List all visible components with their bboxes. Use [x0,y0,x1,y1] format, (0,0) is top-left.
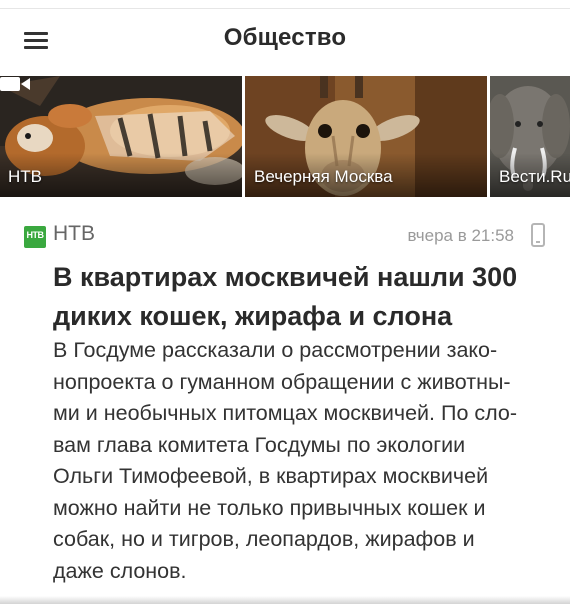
carousel-card-vesti[interactable]: Вести.Ru [490,76,570,197]
summary-line: можно найти не только привычных кошек и [53,495,486,520]
summary-line: собак, но и тигров, леопардов, жирафов и [53,527,475,551]
news-feed-screen: Общество НТВ Вечерняя Москва Вести.Ru НТ… [0,0,570,604]
headline-line: В квартирах москвичей нашли 300 [53,262,518,292]
video-camera-icon [0,77,30,91]
article-headline[interactable]: В квартирах москвичей нашли 300 диких ко… [53,258,553,336]
carousel-source-label: Вести.Ru [499,167,570,186]
headline-line: диких кошек, жирафа и слона [53,301,453,331]
article-meta: НТВ НТВ вчера в 21:58 [0,220,570,254]
ntv-logo-icon: НТВ [24,226,46,248]
story-carousel[interactable]: НТВ Вечерняя Москва Вести.Ru [0,76,570,197]
article-summary[interactable]: В Госдуме рассказали о рассмотрении зако… [53,335,541,587]
summary-line: ми и необычных питомцах москвичей. По сл… [53,401,518,425]
summary-line: В Госдуме рассказали о рассмотрении зако… [53,338,498,362]
carousel-card-vechernyaya-moskva[interactable]: Вечерняя Москва [245,76,487,197]
article-timestamp: вчера в 21:58 [407,226,514,245]
summary-line: даже слонов. [53,558,187,583]
page-title: Общество [223,24,347,51]
carousel-card-ntv[interactable]: НТВ [0,76,242,197]
article-source[interactable]: НТВ [53,222,95,246]
app-header: Общество [0,9,570,71]
summary-line: вам глава комитета Госдумы по экологии [53,432,466,457]
summary-line: Ольги Тимофеевой, в квартирах москвичей [53,464,489,488]
carousel-source-label: Вечерняя Москва [254,167,393,186]
bottom-divider [0,596,570,604]
summary-line: нопроекта о гуманном обращении с животны… [53,369,511,394]
mobile-phone-icon [531,223,545,247]
carousel-source-label: НТВ [8,167,42,186]
